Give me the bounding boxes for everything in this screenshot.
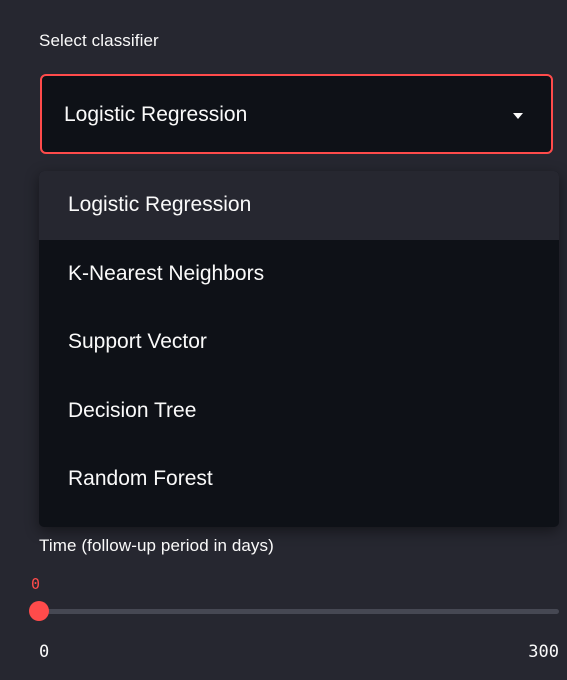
option-logistic-regression[interactable]: Logistic Regression: [39, 171, 559, 240]
classifier-select[interactable]: Logistic Regression: [40, 74, 553, 154]
classifier-select-value: Logistic Regression: [64, 103, 248, 126]
option-support-vector[interactable]: Support Vector: [39, 308, 559, 377]
option-random-forest[interactable]: Random Forest: [39, 445, 559, 514]
slider-max-label: 300: [528, 642, 559, 662]
caret-down-icon: [513, 113, 523, 119]
time-slider-label: Time (follow-up period in days): [39, 536, 274, 555]
select-classifier-label: Select classifier: [39, 31, 159, 50]
slider-min-label: 0: [39, 642, 50, 662]
slider-thumb[interactable]: [29, 601, 49, 621]
slider-track[interactable]: [39, 609, 559, 614]
slider-current-value: 0: [31, 575, 41, 593]
classifier-dropdown-menu: Logistic Regression K-Nearest Neighbors …: [39, 171, 559, 527]
option-k-nearest-neighbors[interactable]: K-Nearest Neighbors: [39, 240, 559, 309]
option-decision-tree[interactable]: Decision Tree: [39, 377, 559, 446]
